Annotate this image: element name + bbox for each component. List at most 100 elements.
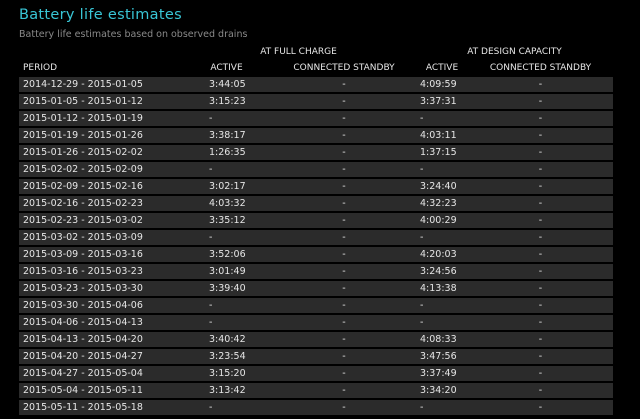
- group-header-row: AT FULL CHARGE AT DESIGN CAPACITY: [19, 45, 613, 59]
- group-header-spacer: [19, 45, 181, 59]
- cell-dc-active: 3:47:56: [416, 349, 468, 364]
- column-header-dc-standby: CONNECTED STANDBY: [489, 63, 592, 73]
- cell-dc-active: 4:09:59: [416, 77, 468, 92]
- cell-fc-active: -: [181, 111, 272, 126]
- cell-dc-standby: -: [468, 349, 613, 364]
- section-subtitle: Battery life estimates based on observed…: [19, 29, 248, 40]
- table-row: 2015-03-02 - 2015-03-09- - - -: [19, 230, 613, 245]
- table-body: 2014-12-29 - 2015-01-05 3:44:05-4:09:59- …: [19, 77, 613, 415]
- cell-dc-standby: -: [468, 230, 613, 245]
- cell-period: 2015-01-19 - 2015-01-26: [19, 128, 181, 143]
- table-row: 2015-05-11 - 2015-05-18- - - -: [19, 400, 613, 415]
- cell-dc-standby: -: [468, 400, 613, 415]
- table-row: 2015-01-26 - 2015-02-02 1:26:35-1:37:15-: [19, 145, 613, 160]
- cell-period: 2015-01-12 - 2015-01-19: [19, 111, 181, 126]
- cell-fc-standby: -: [272, 162, 416, 177]
- cell-fc-active: 3:40:42: [181, 332, 272, 347]
- cell-period: 2015-01-26 - 2015-02-02: [19, 145, 181, 160]
- column-header-dc-active: ACTIVE: [425, 63, 459, 73]
- table-row: 2015-01-05 - 2015-01-12 3:15:23-3:37:31-: [19, 94, 613, 109]
- column-header-fc-standby: CONNECTED STANDBY: [293, 63, 395, 73]
- group-header-full-charge: AT FULL CHARGE: [260, 47, 337, 57]
- cell-fc-active: 3:15:20: [181, 366, 272, 381]
- cell-dc-active: 4:32:23: [416, 196, 468, 211]
- cell-dc-standby: -: [468, 179, 613, 194]
- cell-fc-standby: -: [272, 247, 416, 262]
- table-row: 2014-12-29 - 2015-01-05 3:44:05-4:09:59-: [19, 77, 613, 92]
- cell-fc-standby: -: [272, 400, 416, 415]
- cell-dc-standby: -: [468, 128, 613, 143]
- cell-fc-standby: -: [272, 213, 416, 228]
- cell-fc-active: 3:23:54: [181, 349, 272, 364]
- table-row: 2015-01-19 - 2015-01-26 3:38:17-4:03:11-: [19, 128, 613, 143]
- cell-period: 2015-02-09 - 2015-02-16: [19, 179, 181, 194]
- cell-dc-standby: -: [468, 111, 613, 126]
- cell-fc-active: -: [181, 162, 272, 177]
- cell-fc-standby: -: [272, 128, 416, 143]
- cell-period: 2015-05-11 - 2015-05-18: [19, 400, 181, 415]
- cell-period: 2015-03-09 - 2015-03-16: [19, 247, 181, 262]
- cell-fc-standby: -: [272, 230, 416, 245]
- cell-period: 2015-03-23 - 2015-03-30: [19, 281, 181, 296]
- table-row: 2015-02-23 - 2015-03-02 3:35:12-4:00:29-: [19, 213, 613, 228]
- cell-period: 2015-02-16 - 2015-02-23: [19, 196, 181, 211]
- cell-dc-standby: -: [468, 281, 613, 296]
- cell-fc-active: 3:39:40: [181, 281, 272, 296]
- table-row: 2015-04-27 - 2015-05-04 3:15:20-3:37:49-: [19, 366, 613, 381]
- cell-dc-active: -: [416, 162, 468, 177]
- cell-dc-active: 3:37:31: [416, 94, 468, 109]
- cell-dc-active: -: [416, 111, 468, 126]
- cell-period: 2015-02-02 - 2015-02-09: [19, 162, 181, 177]
- column-header-row: PERIOD ACTIVE CONNECTED STANDBY ACTIVE C…: [19, 61, 613, 75]
- section-title: Battery life estimates: [19, 7, 182, 23]
- table-row: 2015-03-30 - 2015-04-06- - - -: [19, 298, 613, 313]
- cell-fc-active: 3:01:49: [181, 264, 272, 279]
- cell-dc-standby: -: [468, 94, 613, 109]
- battery-report-page: Battery life estimates Battery life esti…: [0, 0, 640, 419]
- cell-fc-standby: -: [272, 315, 416, 330]
- cell-dc-standby: -: [468, 247, 613, 262]
- cell-dc-active: 4:03:11: [416, 128, 468, 143]
- cell-period: 2015-02-23 - 2015-03-02: [19, 213, 181, 228]
- cell-fc-active: 3:02:17: [181, 179, 272, 194]
- cell-dc-active: 3:34:20: [416, 383, 468, 398]
- table-row: 2015-03-23 - 2015-03-30 3:39:40-4:13:38-: [19, 281, 613, 296]
- cell-fc-active: 3:38:17: [181, 128, 272, 143]
- cell-dc-active: 3:24:40: [416, 179, 468, 194]
- cell-period: 2015-04-06 - 2015-04-13: [19, 315, 181, 330]
- cell-dc-active: 4:00:29: [416, 213, 468, 228]
- table-row: 2015-02-02 - 2015-02-09- - - -: [19, 162, 613, 177]
- cell-fc-active: 3:15:23: [181, 94, 272, 109]
- cell-period: 2015-03-16 - 2015-03-23: [19, 264, 181, 279]
- cell-fc-standby: -: [272, 145, 416, 160]
- cell-fc-active: 3:44:05: [181, 77, 272, 92]
- cell-dc-standby: -: [468, 145, 613, 160]
- cell-dc-standby: -: [468, 315, 613, 330]
- cell-dc-standby: -: [468, 383, 613, 398]
- cell-fc-active: -: [181, 400, 272, 415]
- table-row: 2015-02-16 - 2015-02-23 4:03:32-4:32:23-: [19, 196, 613, 211]
- cell-dc-active: 4:08:33: [416, 332, 468, 347]
- cell-period: 2014-12-29 - 2015-01-05: [19, 77, 181, 92]
- cell-fc-standby: -: [272, 111, 416, 126]
- cell-fc-standby: -: [272, 366, 416, 381]
- cell-dc-active: 4:13:38: [416, 281, 468, 296]
- cell-period: 2015-04-20 - 2015-04-27: [19, 349, 181, 364]
- battery-life-table: AT FULL CHARGE AT DESIGN CAPACITY PERIOD…: [19, 43, 613, 417]
- cell-fc-standby: -: [272, 77, 416, 92]
- cell-fc-standby: -: [272, 383, 416, 398]
- cell-dc-active: -: [416, 400, 468, 415]
- cell-dc-active: 4:20:03: [416, 247, 468, 262]
- table-row: 2015-04-13 - 2015-04-20 3:40:42-4:08:33-: [19, 332, 613, 347]
- cell-dc-standby: -: [468, 298, 613, 313]
- cell-dc-standby: -: [468, 264, 613, 279]
- cell-dc-active: -: [416, 230, 468, 245]
- cell-dc-standby: -: [468, 196, 613, 211]
- cell-period: 2015-04-27 - 2015-05-04: [19, 366, 181, 381]
- cell-dc-active: -: [416, 315, 468, 330]
- cell-fc-active: -: [181, 230, 272, 245]
- cell-period: 2015-03-02 - 2015-03-09: [19, 230, 181, 245]
- column-header-fc-active: ACTIVE: [210, 63, 243, 73]
- cell-period: 2015-03-30 - 2015-04-06: [19, 298, 181, 313]
- cell-period: 2015-05-04 - 2015-05-11: [19, 383, 181, 398]
